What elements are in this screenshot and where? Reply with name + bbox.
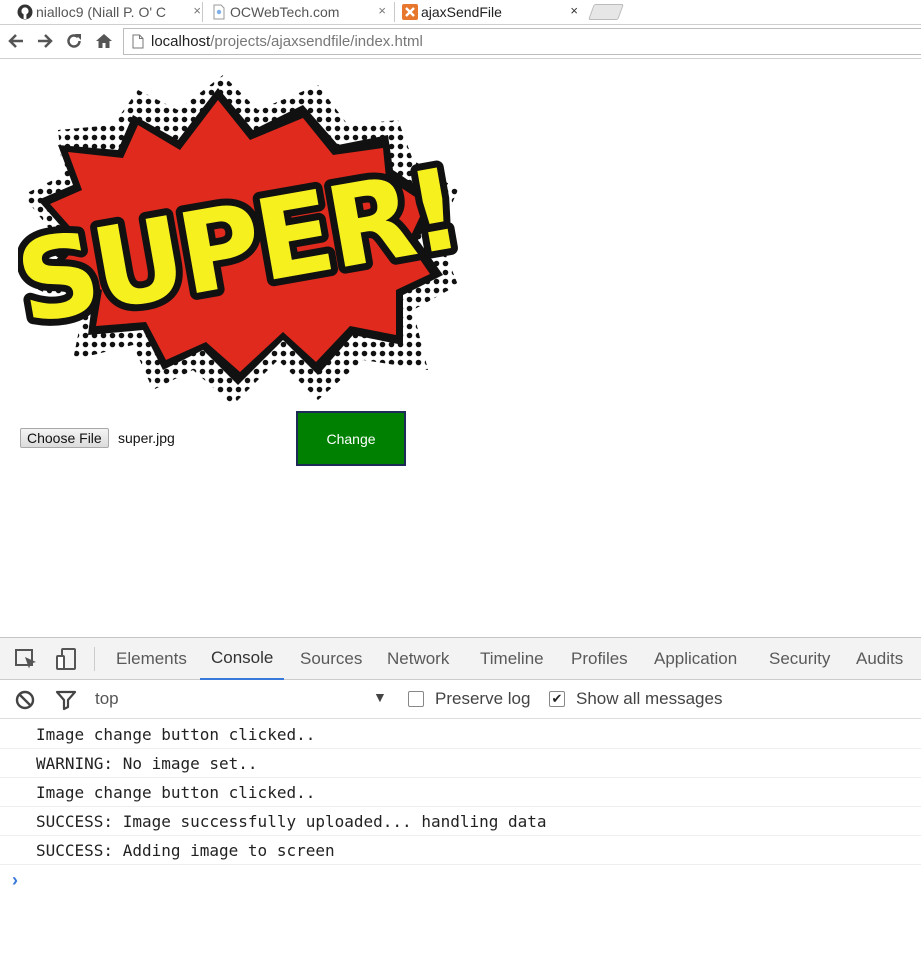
tab-label: ajaxSendFile — [421, 4, 502, 20]
console-message: SUCCESS: Adding image to screen — [0, 836, 921, 865]
tab-sources[interactable]: Sources — [300, 638, 362, 680]
show-all-messages-label: Show all messages — [576, 689, 723, 708]
tab-separator — [202, 2, 203, 22]
tab-audits[interactable]: Audits — [856, 638, 903, 680]
tab-security[interactable]: Security — [769, 638, 830, 680]
xampp-icon — [402, 4, 418, 20]
checkmark-icon: ✔ — [551, 691, 563, 706]
home-icon — [96, 34, 112, 48]
back-arrow-icon — [8, 34, 23, 48]
tab-network[interactable]: Network — [387, 638, 449, 680]
device-mode-icon[interactable] — [54, 647, 78, 671]
page-icon — [132, 34, 144, 49]
close-icon[interactable]: × — [378, 3, 386, 18]
console-message: SUCCESS: Image successfully uploaded... … — [0, 807, 921, 836]
show-all-messages-checkbox[interactable]: ✔ — [549, 691, 565, 707]
url-text: localhost/projects/ajaxsendfile/index.ht… — [151, 33, 423, 50]
browser-tab-github[interactable]: nialloc9 (Niall P. O' C × — [17, 0, 207, 24]
console-message: WARNING: No image set.. — [0, 749, 921, 778]
preserve-log-checkbox[interactable] — [408, 691, 424, 707]
chevron-down-icon[interactable]: ▼ — [373, 689, 387, 705]
console-message: Image change button clicked.. — [0, 778, 921, 807]
tab-label: nialloc9 (Niall P. O' C — [36, 4, 167, 20]
preserve-log-label: Preserve log — [435, 689, 531, 708]
clear-console-icon[interactable] — [14, 689, 36, 711]
forward-button[interactable] — [35, 31, 55, 51]
close-icon[interactable]: × — [570, 3, 578, 18]
address-bar[interactable]: localhost/projects/ajaxsendfile/index.ht… — [123, 28, 921, 55]
tab-label: OCWebTech.com — [230, 4, 340, 20]
reload-icon — [67, 34, 81, 48]
tab-console[interactable]: Console — [200, 638, 285, 680]
tab-separator — [394, 2, 395, 22]
console-filter-bar: top ▼ Preserve log ✔ Show all messages — [0, 680, 921, 719]
inspect-element-icon[interactable] — [14, 647, 38, 671]
tab-profiles[interactable]: Profiles — [571, 638, 628, 680]
url-path: /projects/ajaxsendfile/index.html — [210, 33, 423, 50]
github-icon — [17, 4, 33, 20]
new-tab-button[interactable] — [588, 4, 624, 20]
page-icon — [213, 4, 225, 20]
tab-elements[interactable]: Elements — [116, 638, 187, 680]
reload-button[interactable] — [64, 31, 84, 51]
back-button[interactable] — [6, 31, 26, 51]
devtools-panel: Elements Console Sources Network Timelin… — [0, 637, 921, 977]
tab-application[interactable]: Application — [654, 638, 737, 680]
close-icon[interactable]: × — [193, 3, 201, 18]
choose-file-button[interactable]: Choose File — [20, 428, 109, 448]
change-button[interactable]: Change — [296, 411, 406, 466]
browser-tab-ocwebtech[interactable]: OCWebTech.com × — [211, 0, 396, 24]
console-prompt[interactable]: › — [12, 870, 18, 891]
console-message: Image change button clicked.. — [0, 720, 921, 749]
toolbar-divider — [94, 647, 95, 671]
home-button[interactable] — [94, 31, 114, 51]
super-image: SUPER! SUPER! — [18, 75, 463, 405]
console-output: Image change button clicked.. WARNING: N… — [0, 720, 921, 865]
browser-tab-ajaxsendfile[interactable]: ajaxSendFile × — [402, 0, 588, 24]
execution-context-select[interactable]: top — [95, 689, 119, 709]
forward-arrow-icon — [38, 34, 53, 48]
devtools-tab-bar: Elements Console Sources Network Timelin… — [0, 638, 921, 680]
page-content: SUPER! SUPER! Choose File super.jpg Chan… — [0, 60, 921, 637]
selected-file-name: super.jpg — [118, 430, 175, 446]
url-host: localhost — [151, 33, 211, 50]
browser-tab-strip: nialloc9 (Niall P. O' C × OCWebTech.com … — [0, 0, 921, 24]
filter-icon[interactable] — [55, 689, 77, 711]
browser-toolbar: localhost/projects/ajaxsendfile/index.ht… — [0, 24, 921, 59]
tab-timeline[interactable]: Timeline — [480, 638, 544, 680]
